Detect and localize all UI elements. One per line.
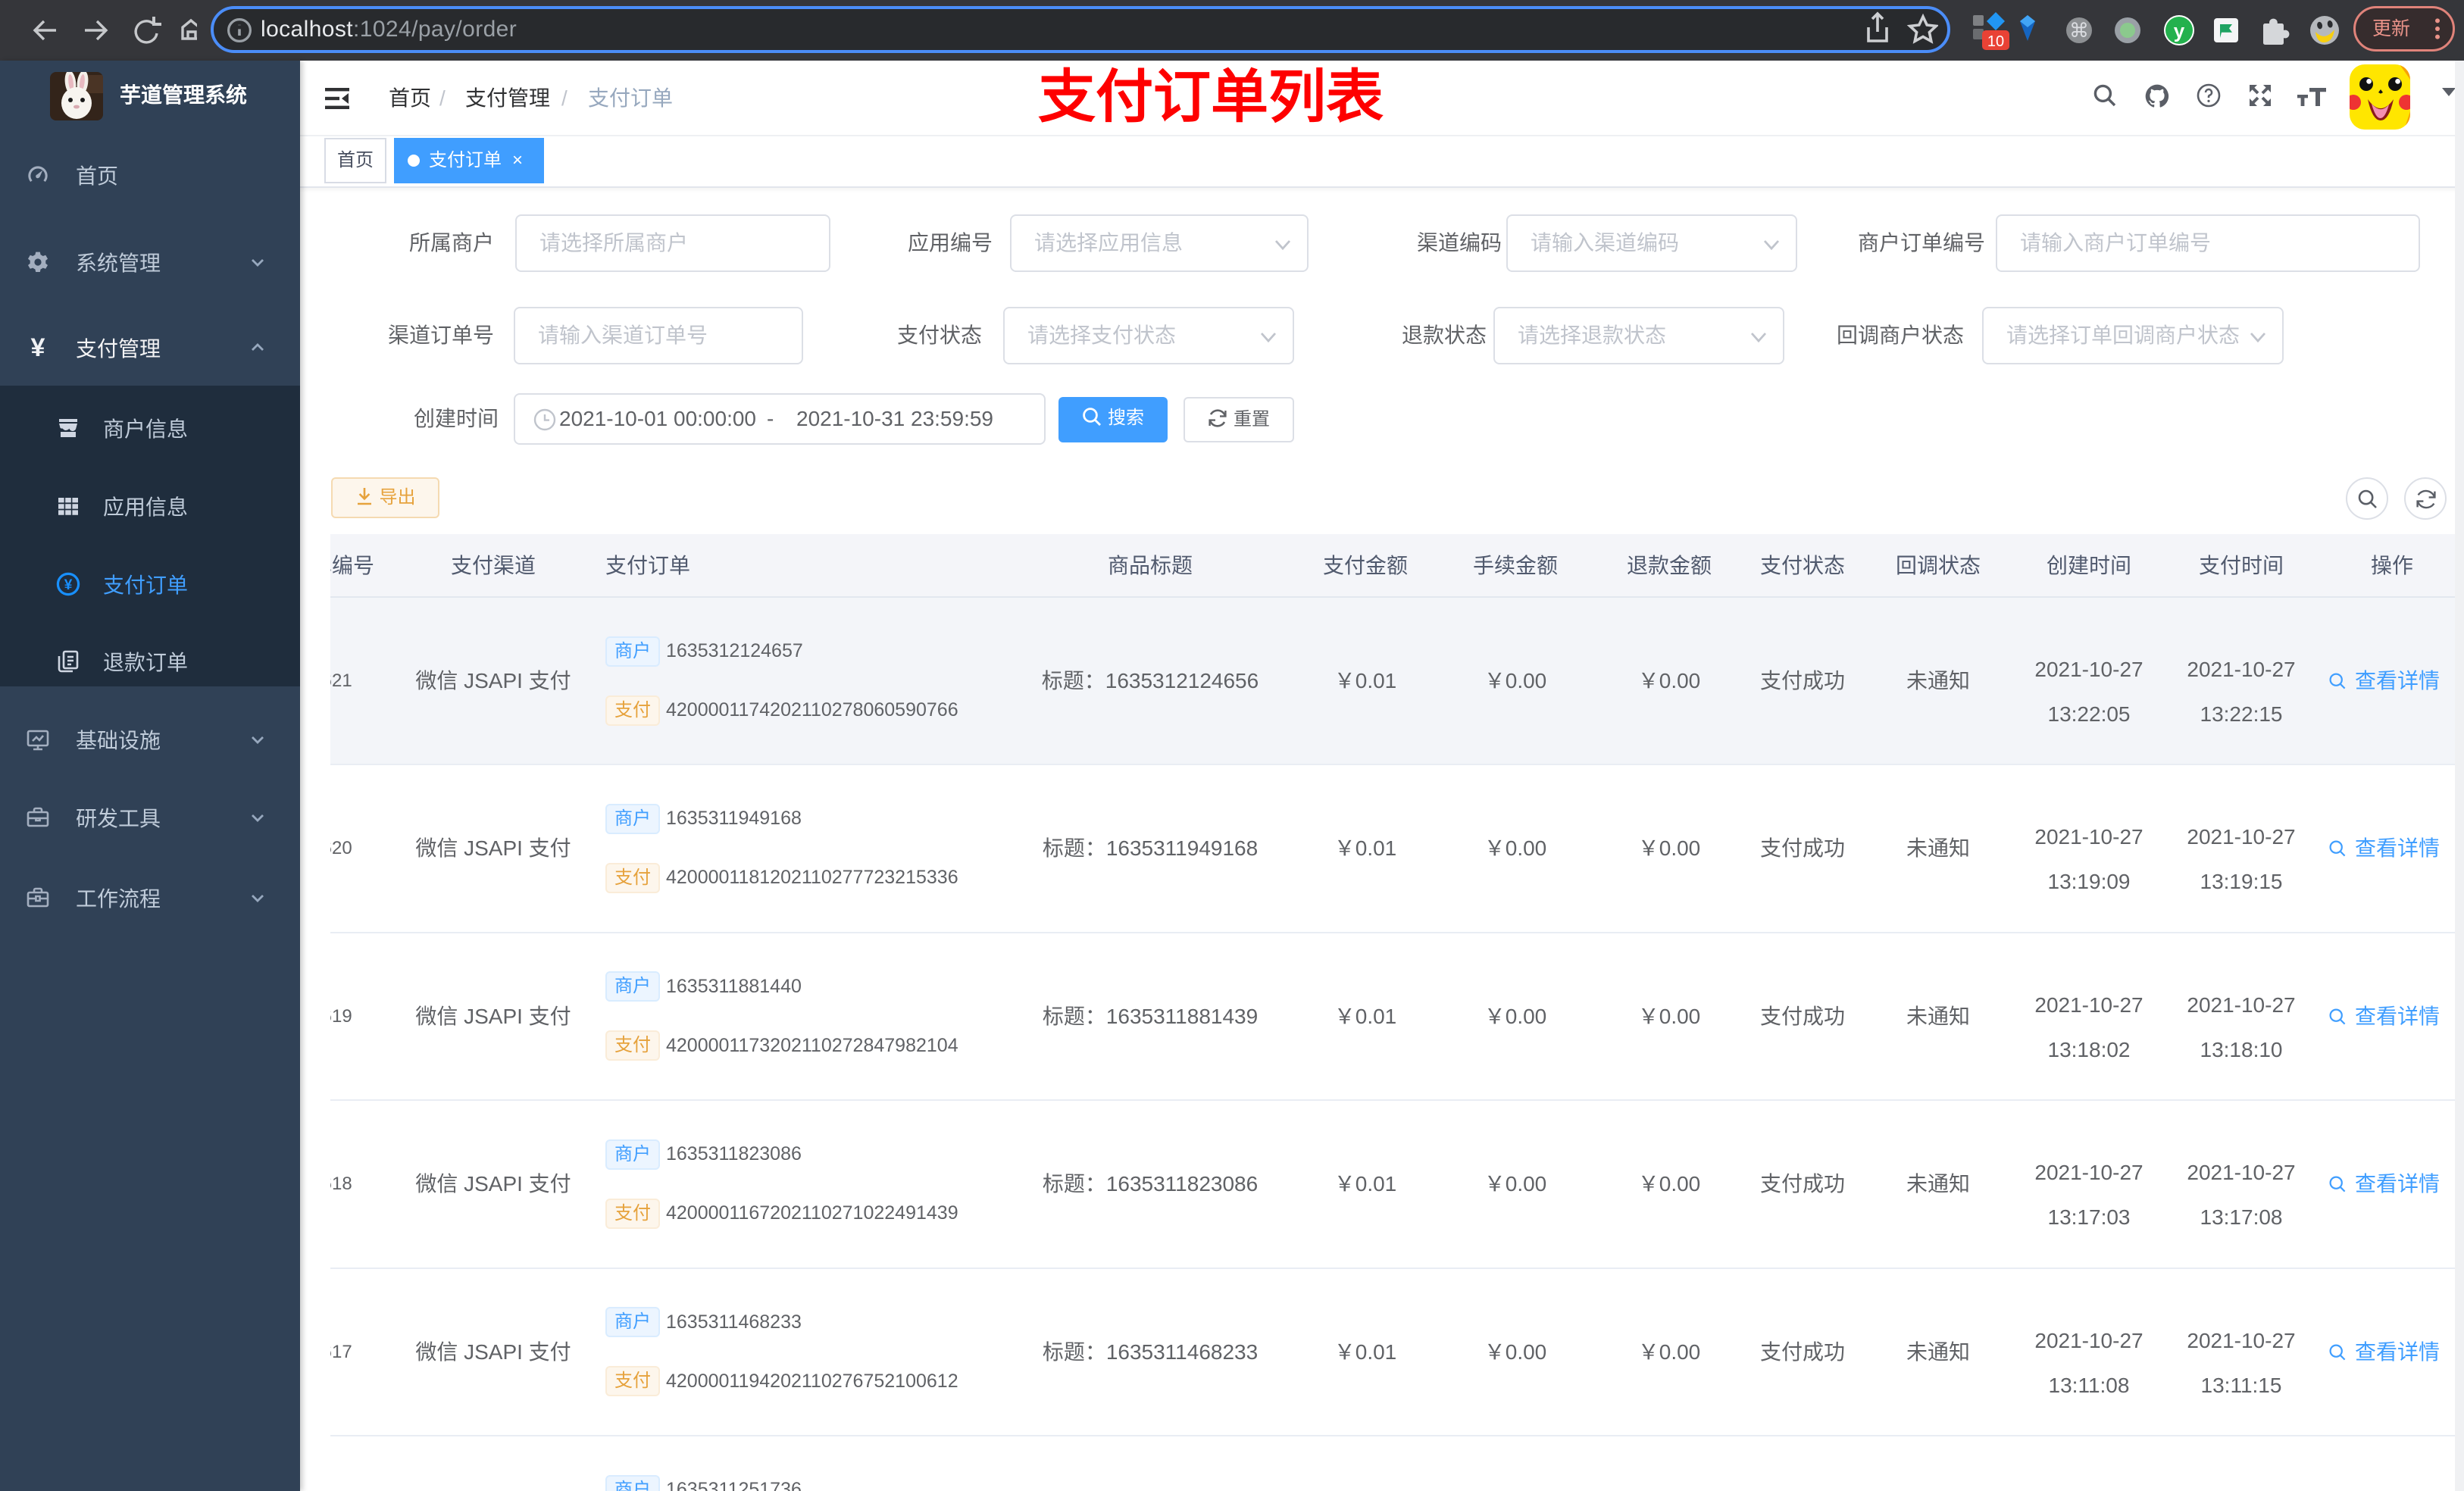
svg-text:10: 10 (1987, 33, 2004, 50)
svg-text:⌘: ⌘ (2069, 19, 2089, 42)
svg-text:y: y (2174, 20, 2185, 42)
svg-text:¥: ¥ (64, 577, 73, 593)
